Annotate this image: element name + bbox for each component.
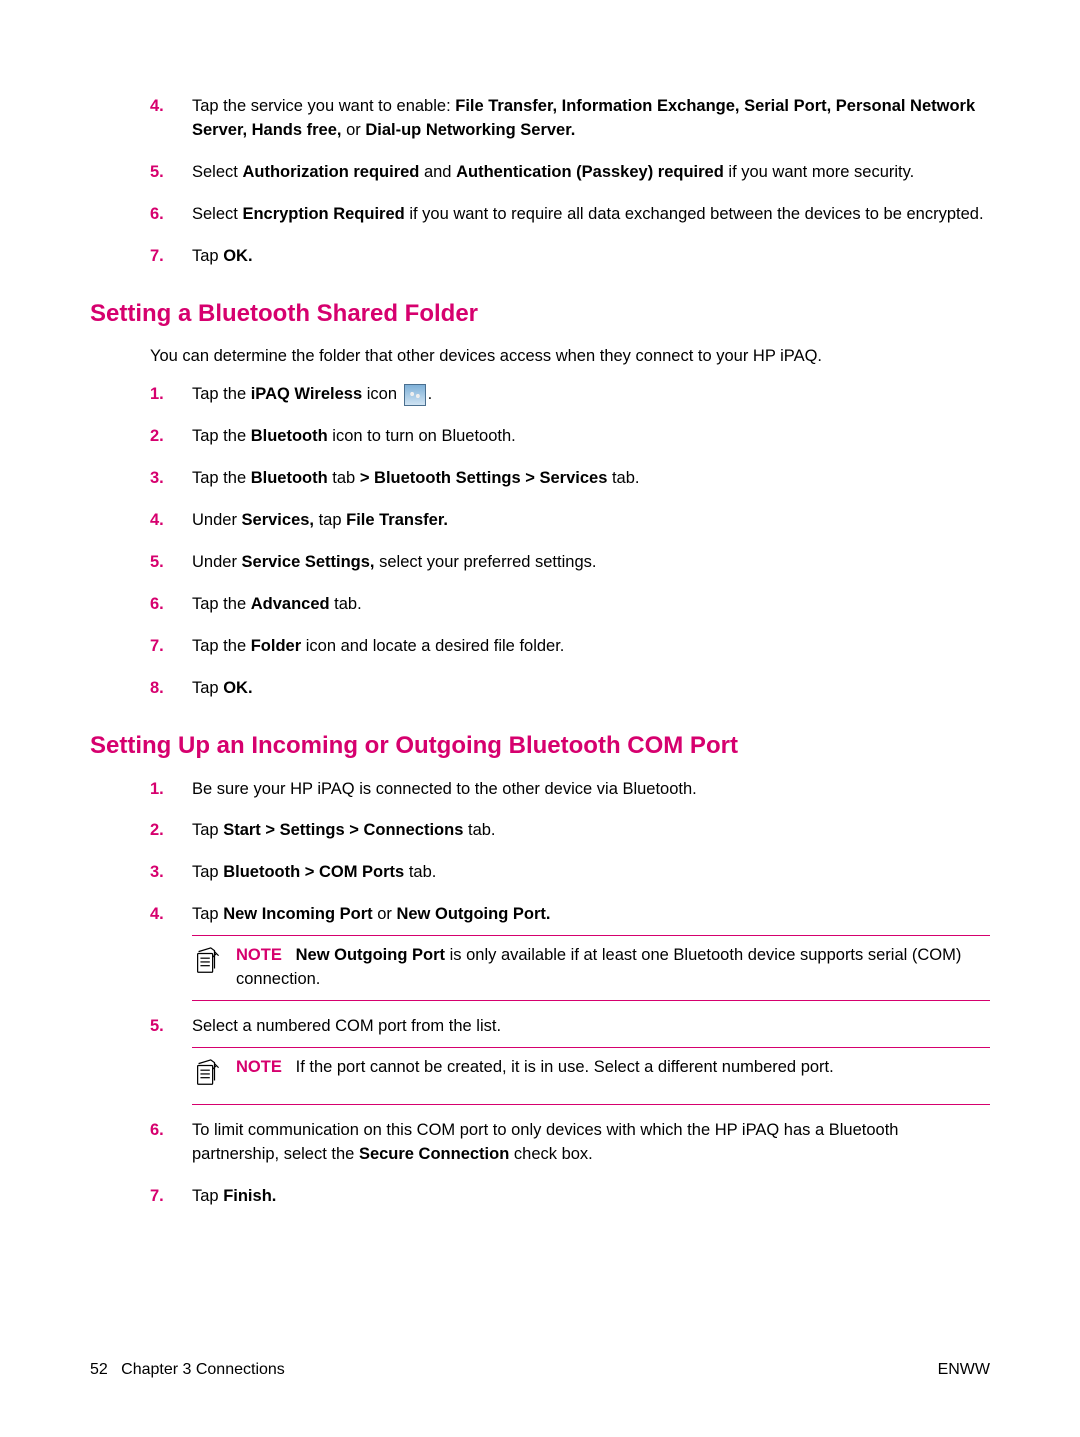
footer-left: 52 Chapter 3 Connections [90, 1358, 285, 1381]
step-text: Tap Bluetooth > COM Ports tab. [192, 861, 990, 885]
step-number: 6. [150, 593, 192, 617]
step-list-continued: 4. Tap the service you want to enable: F… [90, 95, 990, 269]
list-item: 5. Select Authorization required and Aut… [150, 161, 990, 185]
note-container: NOTE If the port cannot be created, it i… [150, 1047, 990, 1105]
list-item: 5. Select a numbered COM port from the l… [150, 1015, 990, 1039]
step-number: 7. [150, 1185, 192, 1209]
list-item: 6. To limit communication on this COM po… [150, 1119, 990, 1167]
step-text: Tap the iPAQ Wireless icon . [192, 383, 990, 407]
step-text: Select Encryption Required if you want t… [192, 203, 990, 227]
note-text: NOTE New Outgoing Port is only available… [236, 944, 990, 992]
step-text: Tap New Incoming Port or New Outgoing Po… [192, 903, 990, 927]
note-container: NOTE New Outgoing Port is only available… [150, 935, 990, 1001]
step-text: Tap the Folder icon and locate a desired… [192, 635, 990, 659]
heading-shared-folder: Setting a Bluetooth Shared Folder [90, 297, 990, 332]
step-text: Select a numbered COM port from the list… [192, 1015, 990, 1039]
list-item: 7. Tap the Folder icon and locate a desi… [150, 635, 990, 659]
list-item: 3. Tap the Bluetooth tab > Bluetooth Set… [150, 467, 990, 491]
step-number: 3. [150, 467, 192, 491]
step-number: 5. [150, 161, 192, 185]
step-number: 7. [150, 635, 192, 659]
list-item: 4. Tap New Incoming Port or New Outgoing… [150, 903, 990, 927]
document-page: 4. Tap the service you want to enable: F… [0, 0, 1080, 1209]
list-item: 2. Tap the Bluetooth icon to turn on Blu… [150, 425, 990, 449]
step-text: Tap the Advanced tab. [192, 593, 990, 617]
step-text: Tap OK. [192, 245, 990, 269]
note-icon [192, 944, 222, 992]
list-item: 3. Tap Bluetooth > COM Ports tab. [150, 861, 990, 885]
note-box: NOTE If the port cannot be created, it i… [192, 1047, 990, 1105]
step-text: Under Services, tap File Transfer. [192, 509, 990, 533]
step-text: Under Service Settings, select your pref… [192, 551, 990, 575]
list-item: 8. Tap OK. [150, 677, 990, 701]
ipaq-wireless-icon [404, 384, 426, 406]
list-item: 5. Under Service Settings, select your p… [150, 551, 990, 575]
note-icon [192, 1056, 222, 1096]
step-text: Tap Finish. [192, 1185, 990, 1209]
list-item: 1. Tap the iPAQ Wireless icon . [150, 383, 990, 407]
list-item: 7. Tap Finish. [150, 1185, 990, 1209]
step-text: To limit communication on this COM port … [192, 1119, 990, 1167]
step-text: Tap the Bluetooth icon to turn on Blueto… [192, 425, 990, 449]
list-item: 7. Tap OK. [150, 245, 990, 269]
heading-com-port: Setting Up an Incoming or Outgoing Bluet… [90, 729, 990, 764]
note-text: NOTE If the port cannot be created, it i… [236, 1056, 990, 1096]
step-number: 2. [150, 425, 192, 449]
step-text: Tap the service you want to enable: File… [192, 95, 990, 143]
note-label: NOTE [236, 946, 282, 964]
step-list-com-port: 1. Be sure your HP iPAQ is connected to … [90, 778, 990, 1209]
step-number: 5. [150, 551, 192, 575]
step-text: Select Authorization required and Authen… [192, 161, 990, 185]
list-item: 6. Select Encryption Required if you wan… [150, 203, 990, 227]
step-number: 4. [150, 509, 192, 533]
note-label: NOTE [236, 1058, 282, 1076]
step-number: 8. [150, 677, 192, 701]
step-number: 1. [150, 383, 192, 407]
list-item: 2. Tap Start > Settings > Connections ta… [150, 819, 990, 843]
step-number: 6. [150, 1119, 192, 1143]
note-box: NOTE New Outgoing Port is only available… [192, 935, 990, 1001]
step-list-shared-folder: 1. Tap the iPAQ Wireless icon . 2. Tap t… [90, 383, 990, 700]
step-number: 4. [150, 95, 192, 119]
step-number: 7. [150, 245, 192, 269]
step-number: 2. [150, 819, 192, 843]
step-number: 5. [150, 1015, 192, 1039]
list-item: 1. Be sure your HP iPAQ is connected to … [150, 778, 990, 802]
intro-text: You can determine the folder that other … [90, 345, 990, 369]
step-number: 4. [150, 903, 192, 927]
footer-right: ENWW [938, 1358, 990, 1381]
list-item: 6. Tap the Advanced tab. [150, 593, 990, 617]
step-number: 3. [150, 861, 192, 885]
step-text: Tap the Bluetooth tab > Bluetooth Settin… [192, 467, 990, 491]
list-item: 4. Under Services, tap File Transfer. [150, 509, 990, 533]
page-footer: 52 Chapter 3 Connections ENWW [90, 1358, 990, 1381]
step-text: Tap OK. [192, 677, 990, 701]
step-number: 1. [150, 778, 192, 802]
list-item: 4. Tap the service you want to enable: F… [150, 95, 990, 143]
step-text: Be sure your HP iPAQ is connected to the… [192, 778, 990, 802]
step-number: 6. [150, 203, 192, 227]
step-text: Tap Start > Settings > Connections tab. [192, 819, 990, 843]
